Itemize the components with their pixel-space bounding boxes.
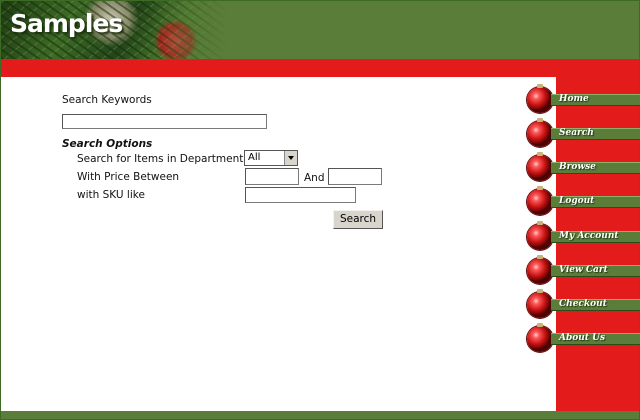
nav-label[interactable]: Checkout [559,299,607,309]
nav-label[interactable]: Logout [559,196,594,206]
ornament-icon [527,152,553,181]
nav-label[interactable]: Home [559,94,589,104]
page-footer-bar [1,411,639,419]
price-label: With Price Between [77,171,180,183]
department-label: Search for Items in Department [77,153,244,165]
nav-bar[interactable]: My Account [551,231,640,243]
header-red-band [1,59,639,77]
nav-label[interactable]: About Us [559,333,605,343]
ornament-icon [527,186,553,215]
sidebar-item-my-account[interactable]: My Account [527,221,640,251]
sku-input[interactable] [245,187,356,203]
sidebar-item-view-cart[interactable]: View Cart [527,255,640,285]
banner-fade [151,1,229,59]
site-logo[interactable]: Samples [10,9,123,38]
ornament-icon [527,255,553,284]
department-select[interactable]: All [244,150,298,166]
sidebar-item-browse[interactable]: Browse [527,152,640,182]
sidebar-item-checkout[interactable]: Checkout [527,289,640,319]
chevron-down-icon[interactable] [284,151,297,165]
search-options-heading: Search Options [62,138,153,150]
site-header: Samples [1,1,639,59]
nav-label[interactable]: Search [559,128,594,138]
nav-bar[interactable]: Checkout [551,299,640,311]
price-max-input[interactable] [328,168,382,185]
nav-bar[interactable]: About Us [551,333,640,345]
sidebar-item-logout[interactable]: Logout [527,186,640,216]
department-selected-value: All [248,152,261,163]
nav-label[interactable]: Browse [559,162,596,172]
sidebar-item-search[interactable]: Search [527,118,640,148]
search-submit-button[interactable]: Search [333,210,383,229]
sidebar-item-about-us[interactable]: About Us [527,323,640,353]
keywords-input[interactable] [62,114,267,129]
keywords-label: Search Keywords [62,94,152,106]
nav-bar[interactable]: Browse [551,162,640,174]
ornament-icon [527,289,553,318]
ornament-icon [527,84,553,113]
nav-bar[interactable]: Logout [551,196,640,208]
nav-bar[interactable]: Home [551,94,640,106]
nav-label[interactable]: My Account [559,231,619,241]
price-and-label: And [304,172,325,184]
sku-label: with SKU like [77,189,145,201]
price-min-input[interactable] [245,168,299,185]
nav-bar[interactable]: View Cart [551,265,640,277]
ornament-icon [527,323,553,352]
ornament-icon [527,118,553,147]
sidebar-item-home[interactable]: Home [527,84,640,114]
nav-bar[interactable]: Search [551,128,640,140]
nav-label[interactable]: View Cart [559,265,608,275]
ornament-icon [527,221,553,250]
